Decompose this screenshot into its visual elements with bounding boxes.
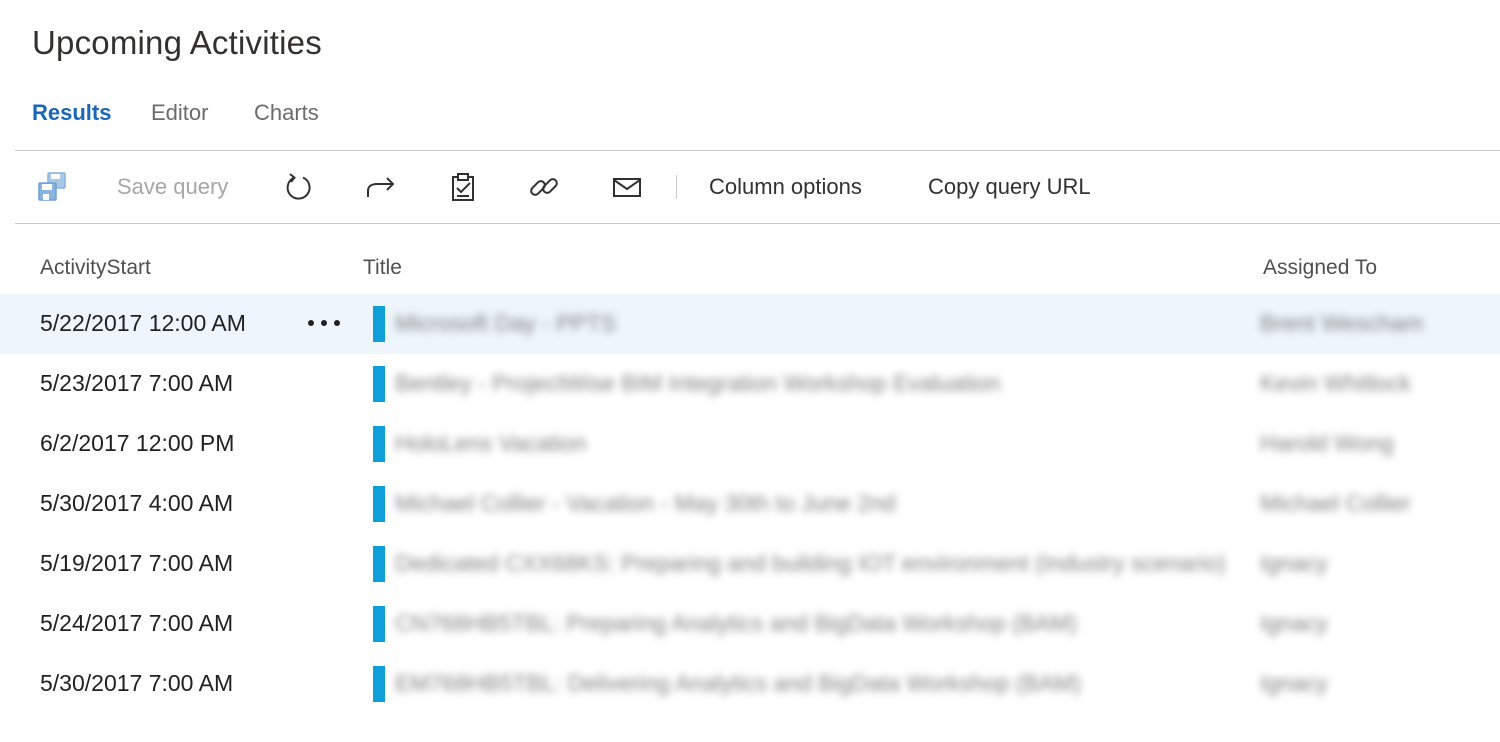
activity-start-cell: 5/30/2017 7:00 AM (40, 670, 234, 696)
column-options-button[interactable]: Column options (709, 171, 862, 203)
table-row[interactable]: 5/24/2017 7:00 AM CN768HB5TBL: Preparing… (0, 594, 1500, 654)
title-cell[interactable]: Microsoft Day - PPTS (395, 310, 616, 337)
column-header-title[interactable]: Title (363, 256, 402, 280)
link-button[interactable] (528, 171, 560, 203)
copy-query-url-label: Copy query URL (928, 174, 1091, 199)
activity-start-cell: 5/19/2017 7:00 AM (40, 550, 234, 576)
title-cell[interactable]: Michael Collier - Vacation - May 30th to… (395, 490, 896, 517)
table-row[interactable]: 6/2/2017 12:00 PM HoloLens Vacation Haro… (0, 414, 1500, 474)
work-item-type-bar (373, 666, 385, 702)
activity-start-cell: 5/22/2017 12:00 AM (40, 310, 246, 336)
link-icon (530, 178, 558, 196)
activity-start-cell: 5/24/2017 7:00 AM (40, 610, 234, 636)
forward-button[interactable] (365, 171, 397, 203)
table-row[interactable]: 5/22/2017 12:00 AM Microsoft Day - PPTS … (0, 294, 1500, 354)
assigned-to-cell: Brent Wescham (1260, 310, 1424, 336)
toolbar-separator (676, 175, 677, 199)
more-options-icon[interactable] (308, 308, 340, 338)
activity-start-cell: 5/30/2017 4:00 AM (40, 490, 234, 516)
table-row[interactable]: 5/30/2017 4:00 AM Michael Collier - Vaca… (0, 474, 1500, 534)
mail-icon (613, 178, 641, 197)
assigned-to-cell: Kevin Whitlock (1260, 370, 1411, 396)
work-item-type-bar (373, 306, 385, 342)
activity-start-cell: 5/23/2017 7:00 AM (40, 370, 234, 396)
column-header-assigned-to[interactable]: Assigned To (1263, 256, 1377, 280)
tab-charts[interactable]: Charts (254, 100, 319, 126)
tab-editor[interactable]: Editor (151, 100, 208, 126)
refresh-icon (286, 173, 311, 200)
work-item-type-bar (373, 486, 385, 522)
email-button[interactable] (611, 171, 643, 203)
grid-header: ActivityStart Title Assigned To (0, 248, 1500, 292)
toolbar: Save query Column options Copy query URL (15, 151, 1500, 223)
work-item-type-bar (373, 606, 385, 642)
clipboard-button[interactable] (447, 171, 479, 203)
work-item-type-bar (373, 546, 385, 582)
clipboard-check-icon (452, 173, 474, 201)
page-title: Upcoming Activities (32, 24, 322, 61)
assigned-to-cell: Michael Collier (1260, 490, 1411, 516)
table-row[interactable]: 5/19/2017 7:00 AM Dedicated CXX68KS: Pre… (0, 534, 1500, 594)
table-row[interactable]: 5/23/2017 7:00 AM Bentley - ProjectWise … (0, 354, 1500, 414)
title-cell[interactable]: EM768HB5TBL: Delivering Analytics and Bi… (395, 670, 1081, 697)
copy-query-url-button[interactable]: Copy query URL (928, 171, 1091, 203)
forward-icon (367, 177, 395, 197)
table-row[interactable]: 5/30/2017 7:00 AM EM768HB5TBL: Deliverin… (0, 654, 1500, 714)
assigned-to-cell: Harold Wong (1260, 430, 1394, 456)
save-query-label: Save query (117, 174, 229, 199)
title-cell[interactable]: Bentley - ProjectWise BIM Integration Wo… (395, 370, 1001, 397)
refresh-button[interactable] (283, 171, 315, 203)
tab-results[interactable]: Results (32, 100, 111, 126)
assigned-to-cell: Ignacy (1260, 670, 1328, 696)
title-cell[interactable]: CN768HB5TBL: Preparing Analytics and Big… (395, 610, 1077, 637)
save-query-icon (36, 171, 68, 203)
divider (15, 223, 1500, 224)
title-cell[interactable]: HoloLens Vacation (395, 430, 586, 457)
assigned-to-cell: Ignacy (1260, 610, 1328, 636)
activity-start-cell: 6/2/2017 12:00 PM (40, 430, 235, 456)
assigned-to-cell: Ignacy (1260, 550, 1328, 576)
work-item-type-bar (373, 366, 385, 402)
save-query-button[interactable]: Save query (117, 171, 228, 203)
title-cell[interactable]: Dedicated CXX68KS: Preparing and buildin… (395, 550, 1226, 577)
work-item-type-bar (373, 426, 385, 462)
column-header-activity-start[interactable]: ActivityStart (40, 256, 151, 280)
column-options-label: Column options (709, 174, 862, 199)
